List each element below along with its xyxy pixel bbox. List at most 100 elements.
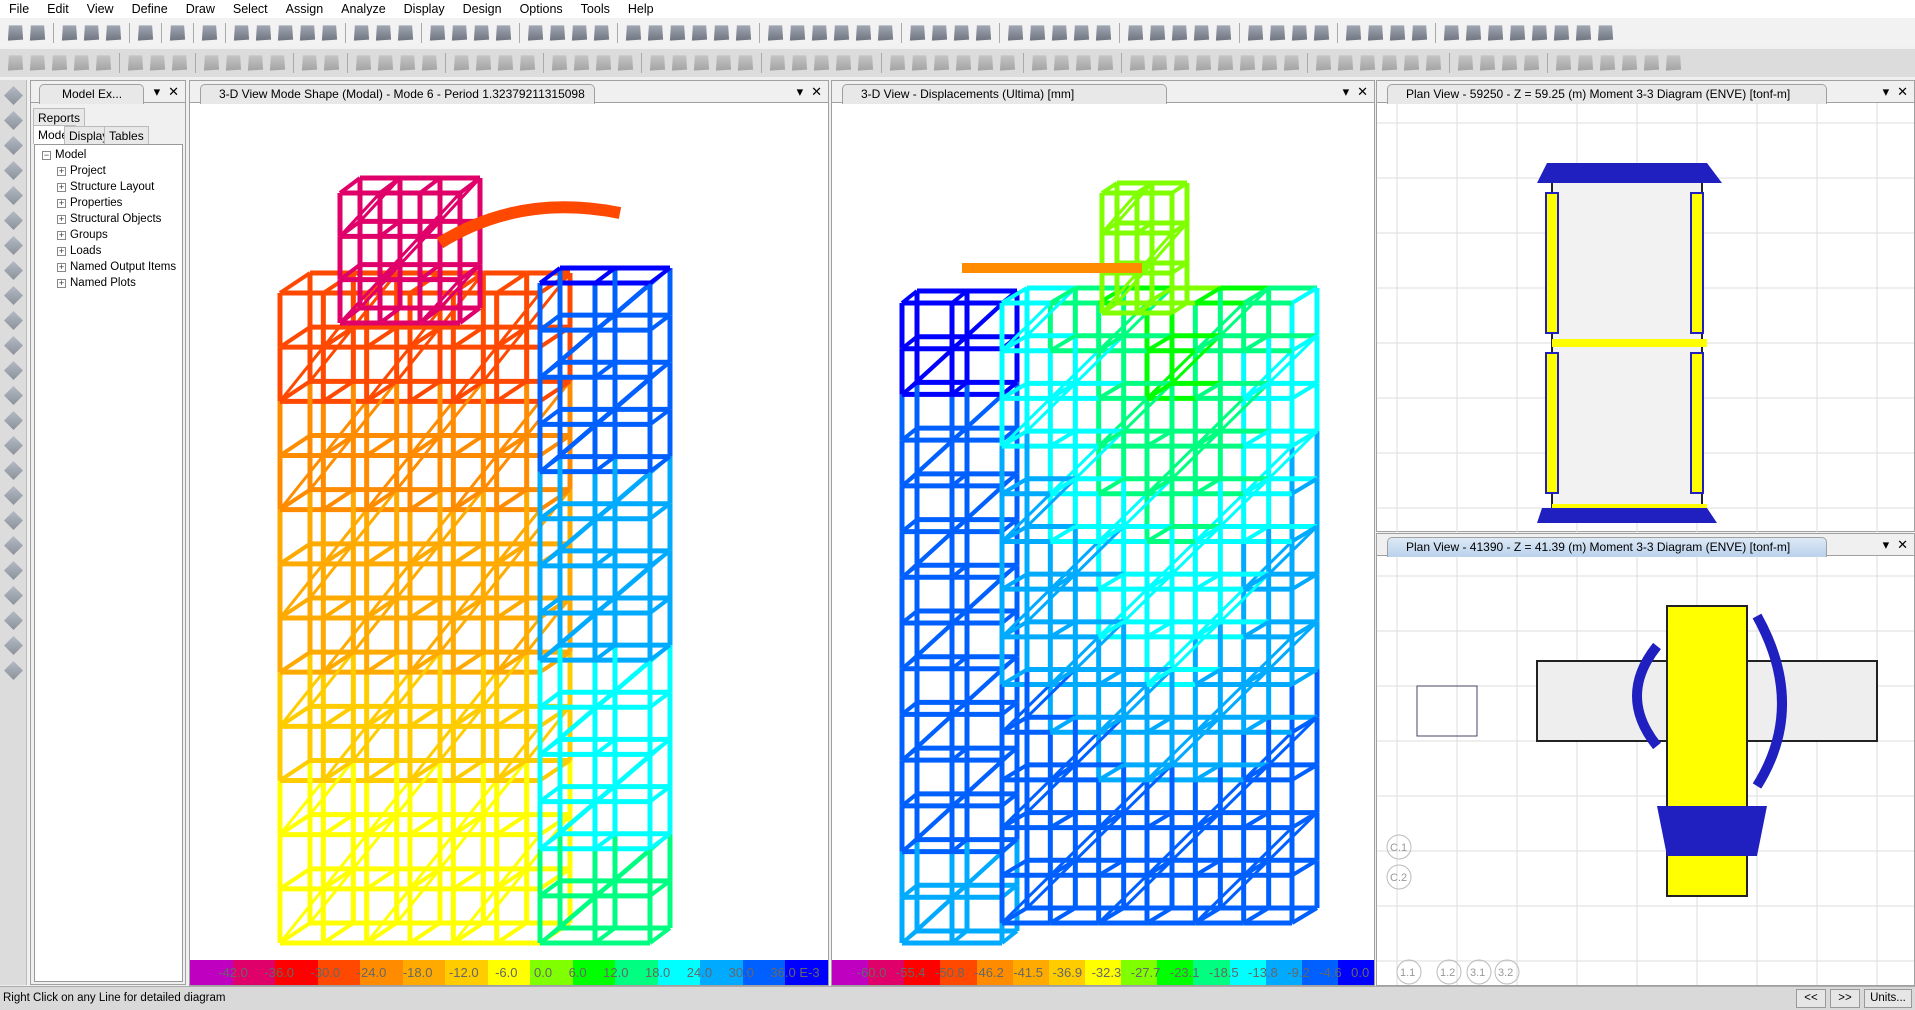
tree-node[interactable]: + Structure Layout [35,179,182,195]
toolbar-button-icon[interactable] [767,25,784,41]
toolbar-button-icon[interactable] [977,55,994,71]
toolbar-button-icon[interactable] [83,25,100,41]
toolbar-button-icon[interactable] [1195,55,1212,71]
toolbar-button-icon[interactable] [649,55,666,71]
dropdown-icon[interactable]: ▾ [797,84,804,100]
toolbar-button-icon[interactable] [593,25,610,41]
expand-icon[interactable]: + [57,262,66,272]
toolbar-button-icon[interactable] [519,55,536,71]
explorer-tab[interactable]: Model Ex... [39,84,144,104]
side-tool-icon[interactable] [4,486,23,505]
collapse-icon[interactable]: − [42,150,51,160]
toolbar-button-icon[interactable] [1403,55,1420,71]
toolbar-button-icon[interactable] [1597,25,1614,41]
toolbar-button-icon[interactable] [769,55,786,71]
toolbar-button-icon[interactable] [669,25,686,41]
toolbar-button-icon[interactable] [95,55,112,71]
menu-assign[interactable]: Assign [277,2,333,16]
expand-icon[interactable]: + [57,198,66,208]
menu-help[interactable]: Help [619,2,663,16]
toolbar-button-icon[interactable] [877,25,894,41]
toolbar-button-icon[interactable] [1031,55,1048,71]
toolbar-button-icon[interactable] [51,55,68,71]
tree-node[interactable]: + Project [35,163,182,179]
toolbar-button-icon[interactable] [127,55,144,71]
expand-icon[interactable]: + [57,246,66,256]
side-tool-icon[interactable] [4,436,23,455]
toolbar-button-icon[interactable] [1465,25,1482,41]
expand-icon[interactable]: + [57,214,66,224]
side-tool-icon[interactable] [4,86,23,105]
view-tab[interactable]: 3-D View Mode Shape (Modal) - Mode 6 - P… [200,84,595,104]
toolbar-button-icon[interactable] [269,55,286,71]
toolbar-button-icon[interactable] [527,25,544,41]
side-tool-icon[interactable] [4,511,23,530]
toolbar-button-icon[interactable] [421,55,438,71]
side-tool-icon[interactable] [4,211,23,230]
view-tab[interactable]: Plan View - 59250 - Z = 59.25 (m) Moment… [1387,84,1827,104]
toolbar-button-icon[interactable] [399,55,416,71]
toolbar-button-icon[interactable] [1313,25,1330,41]
toolbar-button-icon[interactable] [811,25,828,41]
side-tool-icon[interactable] [4,361,23,380]
toolbar-button-icon[interactable] [7,25,24,41]
view-tab[interactable]: 3-D View - Displacements (Ultima) [mm] [842,84,1167,104]
tree-node-model[interactable]: − Model [35,147,182,163]
menu-display[interactable]: Display [395,2,454,16]
close-icon[interactable]: ✕ [1897,84,1908,100]
dropdown-icon[interactable]: ▾ [154,84,161,100]
toolbar-button-icon[interactable] [1479,55,1496,71]
view-3d-mode-shape[interactable]: 3-D View Mode Shape (Modal) - Mode 6 - P… [189,80,829,986]
menu-file[interactable]: File [0,2,38,16]
toolbar-button-icon[interactable] [1389,25,1406,41]
toolbar-button-icon[interactable] [911,55,928,71]
side-tool-icon[interactable] [4,561,23,580]
toolbar-button-icon[interactable] [1053,55,1070,71]
close-icon[interactable]: ✕ [811,84,822,100]
toolbar-button-icon[interactable] [1553,25,1570,41]
view-tab[interactable]: Plan View - 41390 - Z = 41.39 (m) Moment… [1387,537,1827,557]
tree-node[interactable]: + Properties [35,195,182,211]
toolbar-button-icon[interactable] [1215,25,1232,41]
side-tool-icon[interactable] [4,611,23,630]
toolbar-button-icon[interactable] [1359,55,1376,71]
toolbar-button-icon[interactable] [647,25,664,41]
toolbar-button-icon[interactable] [1193,25,1210,41]
toolbar-button-icon[interactable] [1501,55,1518,71]
toolbar-button-icon[interactable] [789,25,806,41]
tree-node[interactable]: + Structural Objects [35,211,182,227]
toolbar-button-icon[interactable] [1531,25,1548,41]
side-tool-icon[interactable] [4,186,23,205]
expand-icon[interactable]: + [57,166,66,176]
toolbar-button-icon[interactable] [255,25,272,41]
side-tool-icon[interactable] [4,386,23,405]
toolbar-button-icon[interactable] [889,55,906,71]
toolbar-button-icon[interactable] [1523,55,1540,71]
toolbar-button-icon[interactable] [595,55,612,71]
toolbar-button-icon[interactable] [813,55,830,71]
toolbar-button-icon[interactable] [497,55,514,71]
toolbar-button-icon[interactable] [1217,55,1234,71]
toolbar-button-icon[interactable] [171,55,188,71]
side-tool-icon[interactable] [4,261,23,280]
close-icon[interactable]: ✕ [1897,537,1908,553]
dropdown-icon[interactable]: ▾ [1343,84,1350,100]
toolbar-button-icon[interactable] [1575,25,1592,41]
tree-node[interactable]: + Named Plots [35,275,182,291]
toolbar-button-icon[interactable] [1509,25,1526,41]
toolbar-button-icon[interactable] [1443,25,1460,41]
toolbar-button-icon[interactable] [277,25,294,41]
side-tool-icon[interactable] [4,586,23,605]
toolbar-button-icon[interactable] [137,25,154,41]
side-tool-icon[interactable] [4,636,23,655]
toolbar-button-icon[interactable] [475,55,492,71]
side-tool-icon[interactable] [4,311,23,330]
side-tool-icon[interactable] [4,111,23,130]
toolbar-button-icon[interactable] [1239,55,1256,71]
toolbar-button-icon[interactable] [625,25,642,41]
toolbar-button-icon[interactable] [735,25,752,41]
toolbar-button-icon[interactable] [29,55,46,71]
side-tool-icon[interactable] [4,161,23,180]
toolbar-button-icon[interactable] [1345,25,1362,41]
toolbar-button-icon[interactable] [247,55,264,71]
